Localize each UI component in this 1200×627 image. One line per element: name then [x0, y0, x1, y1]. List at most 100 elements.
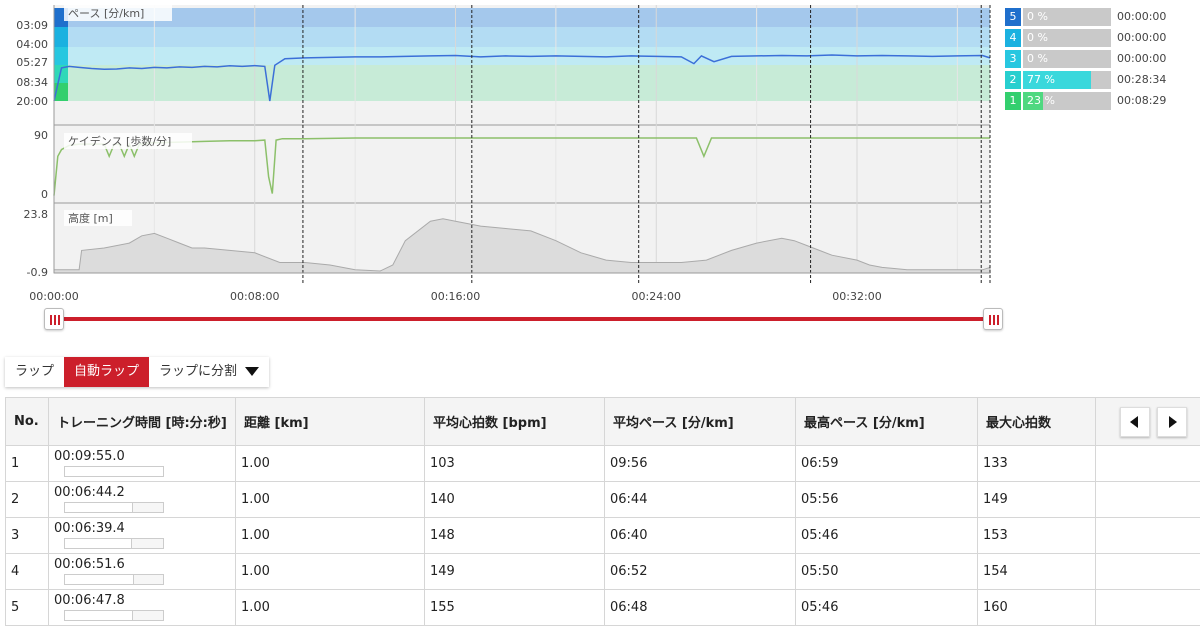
- lap-max-pace-cell-value: 05:50: [801, 564, 839, 579]
- table-row[interactable]: 3 00:06:39.4 1.00 148 06:40 05:46 153: [5, 517, 1200, 554]
- zone-bar: 23 %: [1023, 92, 1111, 110]
- lap-avg-pace-cell-value: 09:56: [610, 456, 648, 471]
- auto-lap-button[interactable]: 自動ラップ: [64, 357, 150, 387]
- zone-percent: 0 %: [1027, 31, 1048, 44]
- lap-time-cell: 00:09:55.0: [48, 445, 236, 482]
- table-row[interactable]: 2 00:06:44.2 1.00 140 06:44 05:56 149: [5, 481, 1200, 518]
- column-header-avg-pace[interactable]: 平均ペース [分/km]: [604, 397, 796, 446]
- lap-distance-cell-value: 1.00: [241, 564, 270, 579]
- pace-y-tick-label: 03:09: [16, 19, 48, 32]
- range-end-handle[interactable]: [983, 308, 1003, 330]
- lap-time-bar-fill: [65, 574, 134, 584]
- lap-avg-pace-cell-value: 06:48: [610, 600, 648, 615]
- lap-distance-cell-value: 1.00: [241, 528, 270, 543]
- lap-no-cell: 3: [5, 517, 49, 554]
- lap-avg-hr-cell: 140: [424, 481, 605, 518]
- zone-bar: 0 %: [1023, 8, 1111, 26]
- lap-no-cell-value: 1: [11, 456, 20, 471]
- zone-percent: 23 %: [1027, 94, 1055, 107]
- zone-bar: 0 %: [1023, 50, 1111, 68]
- altitude-y-tick-label: 23.8: [24, 208, 49, 221]
- pace-y-tick-label: 04:00: [16, 38, 48, 51]
- lap-no-cell-value: 2: [11, 492, 20, 507]
- pace-y-tick-label: 20:00: [16, 95, 48, 108]
- pager-column-cell: [1095, 445, 1200, 482]
- altitude-panel-label: 高度 [m]: [68, 211, 113, 225]
- prev-columns-button[interactable]: [1120, 406, 1150, 437]
- lap-avg-pace-cell: 06:48: [604, 589, 796, 626]
- cadence-panel-label: ケイデンス [歩数/分]: [68, 134, 171, 148]
- zone-legend-row: 2 77 % 00:28:34: [1005, 71, 1195, 89]
- next-columns-button[interactable]: [1156, 406, 1187, 437]
- lap-time-cell-value: 00:06:39.4: [54, 520, 125, 536]
- x-tick-label: 00:16:00: [431, 290, 480, 300]
- column-header-time[interactable]: トレーニング時間 [時:分:秒]: [48, 397, 236, 446]
- zone-time: 00:00:00: [1117, 52, 1167, 65]
- altitude-y-tick-label: -0.9: [27, 266, 48, 279]
- range-start-handle[interactable]: [44, 308, 64, 330]
- lap-avg-hr-cell-value: 140: [430, 492, 455, 507]
- arrow-right-icon: [1168, 415, 1177, 428]
- lap-avg-pace-cell-value: 06:44: [610, 492, 648, 507]
- lap-avg-hr-cell: 148: [424, 517, 605, 554]
- activity-chart-svg[interactable]: 03:09 04:00 05:27 08:34 20:00 90 0 23.8 -0.9 00:0…: [0, 0, 1000, 300]
- lap-avg-hr-cell-value: 149: [430, 564, 455, 579]
- lap-distance-cell-value: 1.00: [241, 492, 270, 507]
- lap-max-hr-cell-value: 149: [983, 492, 1008, 507]
- lap-no-cell-value: 5: [11, 600, 20, 615]
- lap-no-cell: 5: [5, 589, 49, 626]
- lap-no-cell-value: 4: [11, 564, 20, 579]
- split-lap-dropdown[interactable]: ラップに分割: [149, 357, 270, 387]
- zone-bar: 77 %: [1023, 71, 1111, 89]
- lap-time-bar: [64, 537, 164, 549]
- column-pager: [1095, 397, 1200, 446]
- column-header-max-hr[interactable]: 最大心拍数: [977, 397, 1096, 446]
- lap-distance-cell: 1.00: [235, 589, 425, 626]
- zone-number-badge: 3: [1005, 50, 1021, 68]
- zone-time: 00:28:34: [1117, 73, 1167, 86]
- lap-time-cell: 00:06:39.4: [48, 517, 236, 554]
- lap-max-hr-cell: 133: [977, 445, 1096, 482]
- cadence-y-tick-label: 90: [34, 129, 48, 142]
- zone-legend-row: 1 23 % 00:08:29: [1005, 92, 1195, 110]
- lap-no-cell: 4: [5, 553, 49, 590]
- lap-time-bar: [64, 465, 164, 477]
- lap-avg-pace-cell: 06:40: [604, 517, 796, 554]
- lap-max-pace-cell-value: 06:59: [801, 456, 839, 471]
- column-header-no[interactable]: No.: [5, 397, 49, 446]
- x-tick-label: 00:24:00: [632, 290, 681, 300]
- lap-avg-hr-cell: 155: [424, 589, 605, 626]
- x-tick-label: 00:08:00: [230, 290, 279, 300]
- pace-y-tick-label: 05:27: [16, 56, 48, 69]
- lap-button[interactable]: ラップ: [5, 357, 65, 387]
- lap-avg-pace-cell: 06:52: [604, 553, 796, 590]
- lap-distance-cell: 1.00: [235, 553, 425, 590]
- lap-avg-hr-cell-value: 148: [430, 528, 455, 543]
- lap-max-pace-cell: 06:59: [795, 445, 978, 482]
- lap-avg-hr-cell: 103: [424, 445, 605, 482]
- lap-max-pace-cell-value: 05:46: [801, 600, 839, 615]
- lap-max-pace-cell-value: 05:56: [801, 492, 839, 507]
- column-header-avg-hr[interactable]: 平均心拍数 [bpm]: [424, 397, 605, 446]
- table-row[interactable]: 4 00:06:51.6 1.00 149 06:52 05:50 154: [5, 553, 1200, 590]
- lap-time-bar: [64, 609, 164, 621]
- pace-zone-strip: [54, 47, 68, 65]
- lap-max-pace-cell-value: 05:46: [801, 528, 839, 543]
- zone-number-badge: 4: [1005, 29, 1021, 47]
- zone-percent: 0 %: [1027, 10, 1048, 23]
- lap-time-cell-value: 00:09:55.0: [54, 448, 125, 464]
- range-slider-track[interactable]: [54, 317, 993, 321]
- column-header-distance[interactable]: 距離 [km]: [235, 397, 425, 446]
- pace-zone-band: [54, 27, 990, 47]
- activity-chart[interactable]: 03:09 04:00 05:27 08:34 20:00 90 0 23.8 -0.9 00:0…: [0, 0, 1200, 300]
- lap-avg-hr-cell-value: 155: [430, 600, 455, 615]
- column-header-max-pace[interactable]: 最高ペース [分/km]: [795, 397, 978, 446]
- lap-time-cell: 00:06:47.8: [48, 589, 236, 626]
- table-row[interactable]: 5 00:06:47.8 1.00 155 06:48 05:46 160: [5, 589, 1200, 626]
- lap-distance-cell: 1.00: [235, 481, 425, 518]
- cadence-y-tick-label: 0: [41, 188, 48, 201]
- table-row[interactable]: 1 00:09:55.0 1.00 103 09:56 06:59 133: [5, 445, 1200, 482]
- lap-time-bar: [64, 573, 164, 585]
- lap-time-cell: 00:06:44.2: [48, 481, 236, 518]
- split-lap-label: ラップに分割: [159, 364, 238, 379]
